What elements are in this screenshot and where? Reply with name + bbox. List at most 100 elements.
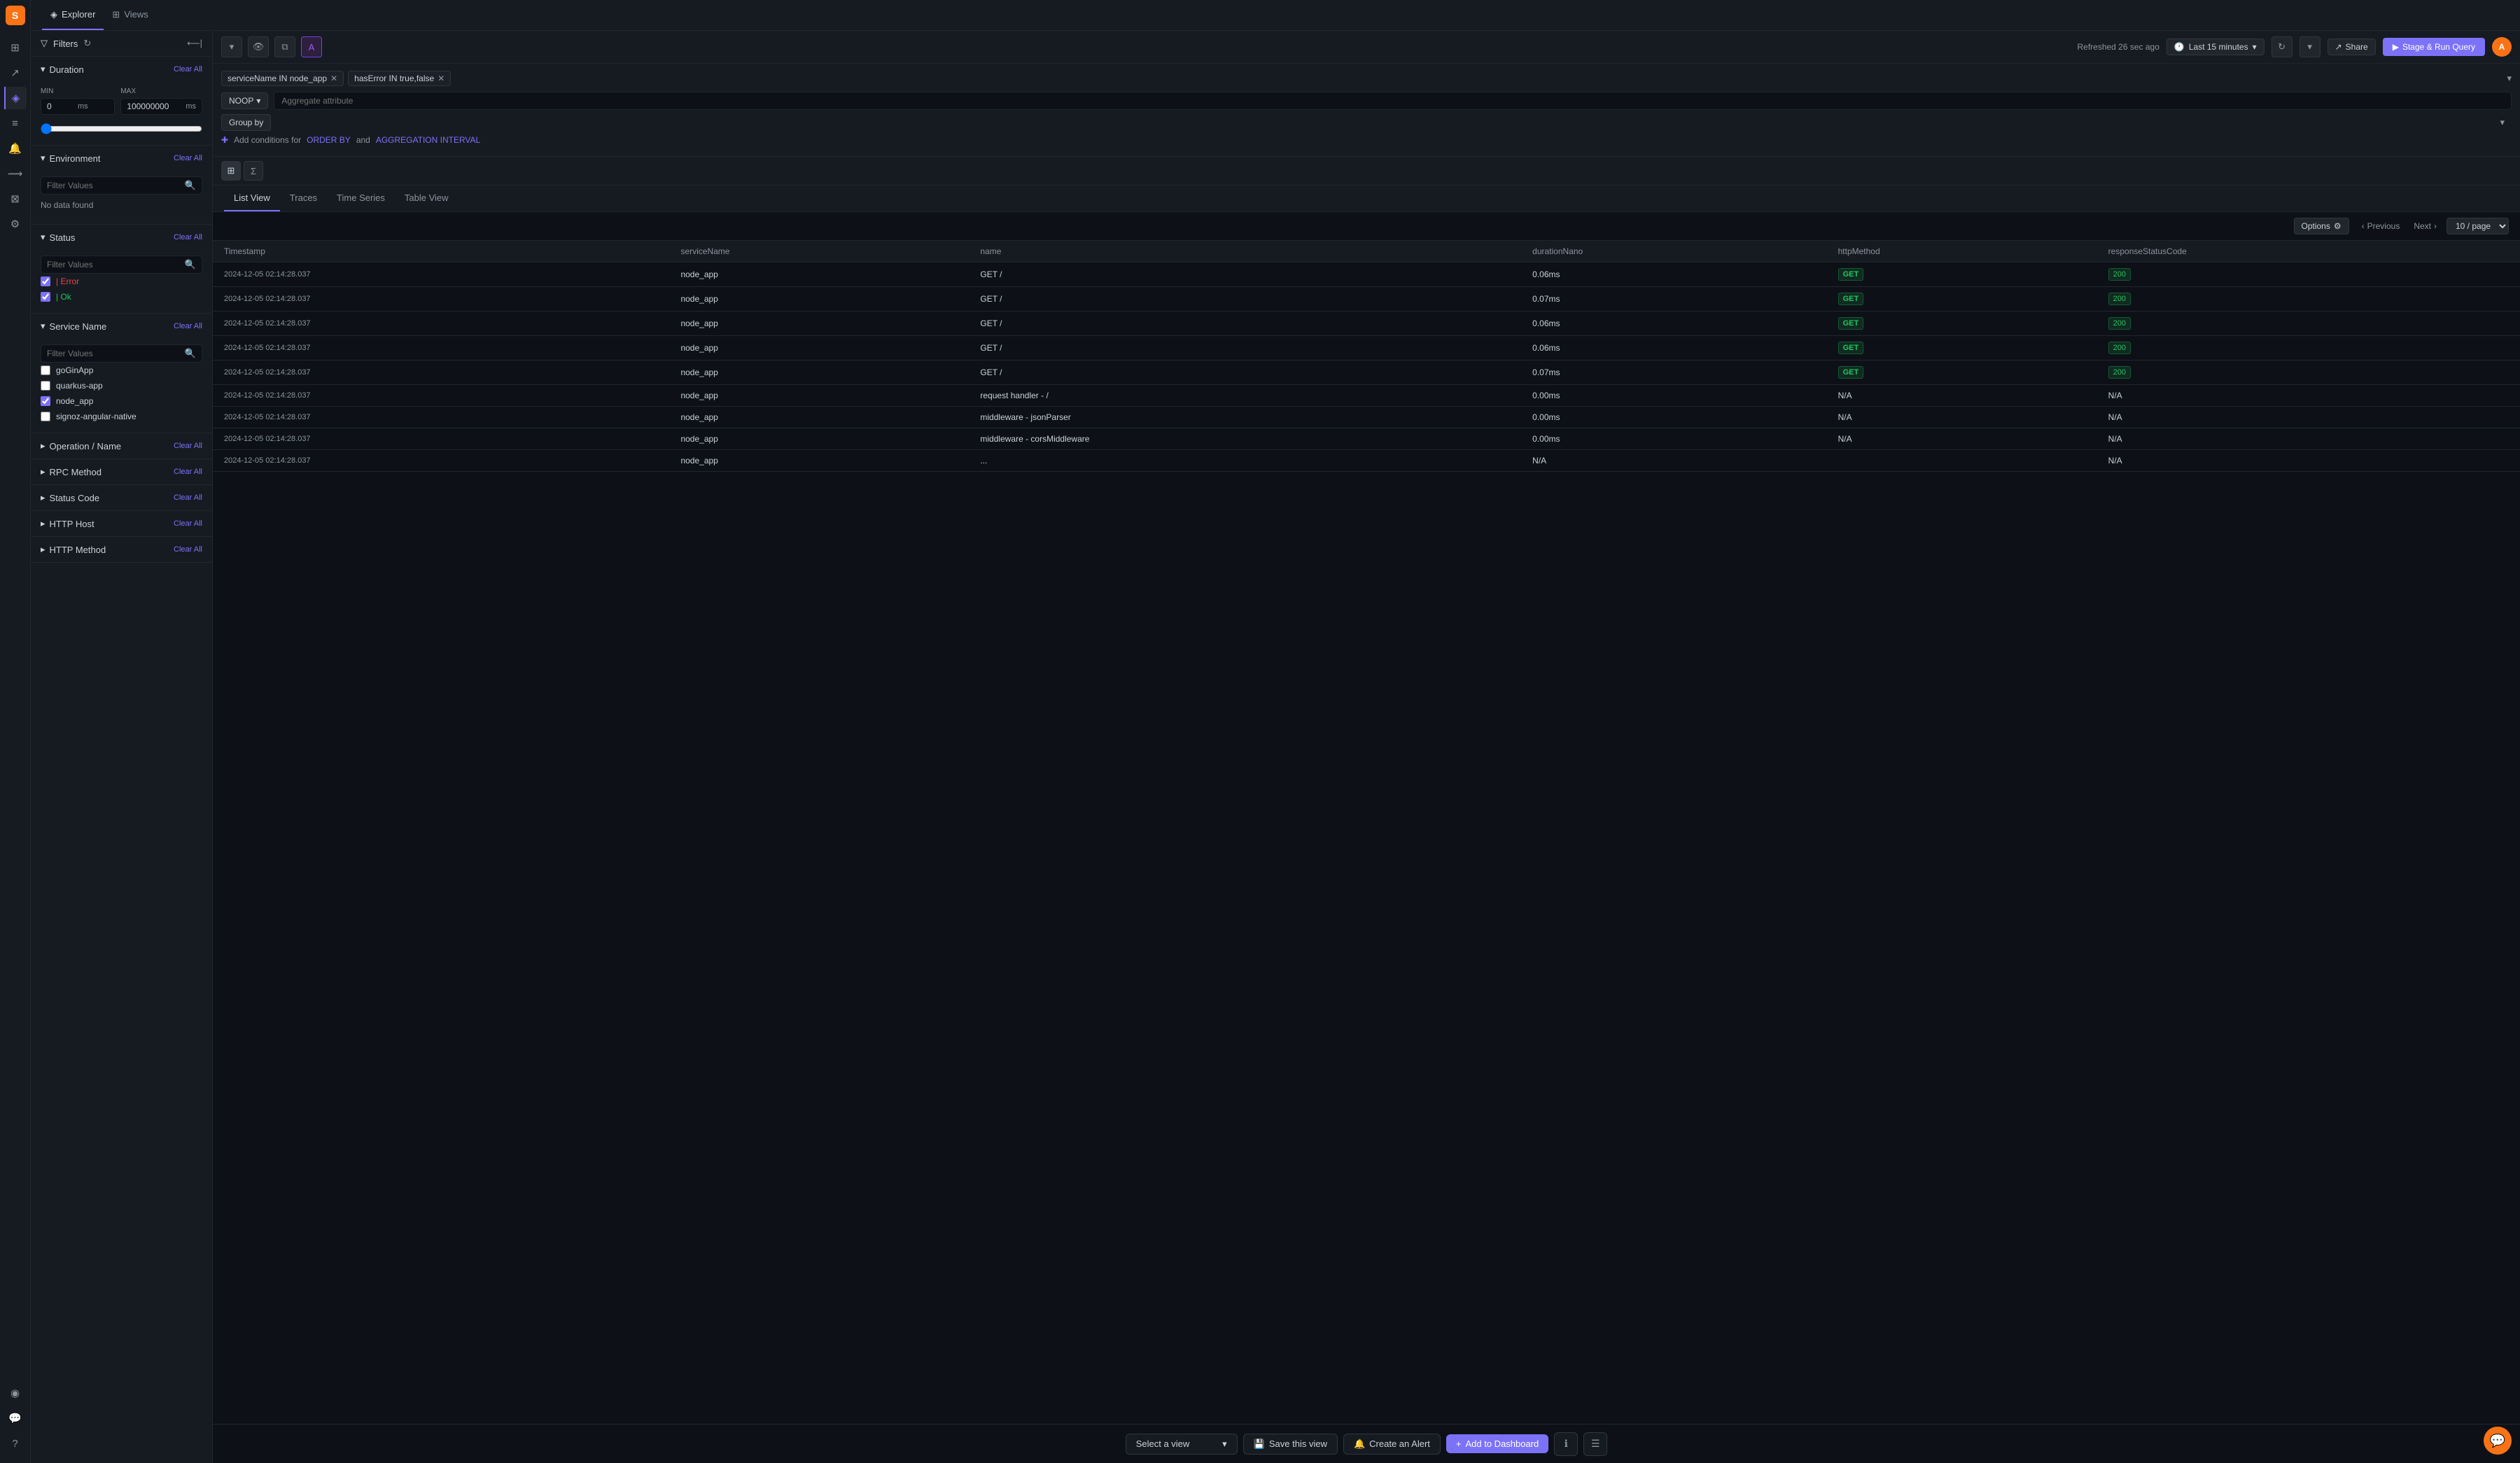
create-alert-icon: 🔔 [1354, 1438, 1365, 1450]
rpc-section-header[interactable]: ▸ RPC Method Clear All [31, 459, 212, 484]
tab-explorer[interactable]: ◈ Explorer [42, 0, 104, 30]
sidebar-icon-dashboard[interactable]: ⊞ [4, 36, 27, 59]
table-row[interactable]: 2024-12-05 02:14:28.037 node_app GET / 0… [213, 336, 2520, 360]
sidebar-icon-chart[interactable]: ↗ [4, 62, 27, 84]
environment-section-header[interactable]: ▾ Environment Clear All [31, 146, 212, 171]
table-row[interactable]: 2024-12-05 02:14:28.037 node_app GET / 0… [213, 287, 2520, 312]
duration-clear-all[interactable]: Clear All [174, 65, 202, 74]
add-dashboard-btn[interactable]: + Add to Dashboard [1446, 1434, 1548, 1453]
service-section-header[interactable]: ▾ Service Name Clear All [31, 314, 212, 339]
table-row[interactable]: 2024-12-05 02:14:28.037 node_app middlew… [213, 407, 2520, 428]
duration-section-header[interactable]: ▾ Duration Clear All [31, 57, 212, 82]
status-error-checkbox[interactable] [41, 276, 50, 286]
tab-traces[interactable]: Traces [280, 186, 327, 211]
save-view-btn[interactable]: 💾 Save this view [1243, 1434, 1338, 1455]
sidebar-icon-settings[interactable]: ⚙ [4, 213, 27, 235]
prev-btn[interactable]: ‹ Previous [2358, 220, 2404, 232]
http-method-section-header[interactable]: ▸ HTTP Method Clear All [31, 537, 212, 562]
min-input[interactable] [47, 102, 75, 111]
info-btn[interactable]: ℹ [1554, 1432, 1578, 1456]
app-logo[interactable]: S [6, 6, 25, 25]
status-error-item: | Error [41, 274, 202, 289]
tab-time-series[interactable]: Time Series [327, 186, 395, 211]
status-code-section-header[interactable]: ▸ Status Code Clear All [31, 485, 212, 510]
service-goginapp-checkbox[interactable] [41, 365, 50, 375]
add-conditions-plus-icon[interactable]: ✚ [221, 135, 228, 145]
service-clear-all[interactable]: Clear All [174, 322, 202, 330]
refresh-dropdown-btn[interactable]: ▾ [2300, 36, 2320, 57]
refresh-icon[interactable]: ↻ [83, 38, 91, 49]
table-scroll[interactable]: Timestamp serviceName name durationNano … [213, 241, 2520, 1424]
table-view-ctrl-btn[interactable]: ⊞ [221, 161, 241, 181]
env-search-input[interactable] [47, 181, 182, 190]
sidebar-icon-pipeline[interactable]: ⟿ [4, 162, 27, 185]
filter-tags-chevron[interactable]: ▾ [2507, 73, 2512, 84]
options-btn[interactable]: Options ⚙ [2294, 218, 2349, 234]
refresh-btn[interactable]: ↻ [2272, 36, 2292, 57]
copy-btn[interactable]: ⧉ [274, 36, 295, 57]
status-clear-all[interactable]: Clear All [174, 233, 202, 241]
dropdown-btn[interactable]: ▾ [221, 36, 242, 57]
collapse-sidebar-icon[interactable]: ⟵| [187, 38, 202, 49]
http-host-section-header[interactable]: ▸ HTTP Host Clear All [31, 511, 212, 536]
sidebar-icon-trace[interactable]: ◈ [4, 87, 27, 109]
sidebar-icon-log[interactable]: ≡ [4, 112, 27, 134]
operation-clear-all[interactable]: Clear All [174, 442, 202, 450]
error-tag-remove[interactable]: ✕ [438, 74, 444, 83]
env-clear-all[interactable]: Clear All [174, 154, 202, 162]
http-host-clear-all[interactable]: Clear All [174, 519, 202, 528]
next-btn[interactable]: Next › [2409, 220, 2441, 232]
tab-views[interactable]: ⊞ Views [104, 0, 156, 30]
time-selector[interactable]: 🕐 Last 15 minutes ▾ [2166, 38, 2264, 55]
service-tag-remove[interactable]: ✕ [330, 74, 337, 83]
cell-name: request handler - / [969, 385, 1521, 407]
sidebar-icon-alert[interactable]: 🔔 [4, 137, 27, 160]
create-alert-btn[interactable]: 🔔 Create an Alert [1343, 1434, 1441, 1455]
aggregate-input[interactable] [274, 92, 2512, 110]
table-row[interactable]: 2024-12-05 02:14:28.037 node_app middlew… [213, 428, 2520, 450]
user-avatar[interactable]: A [2492, 37, 2512, 57]
table-row[interactable]: 2024-12-05 02:14:28.037 node_app ... N/A… [213, 450, 2520, 472]
select-view-dropdown[interactable]: Select a view ▾ [1126, 1434, 1238, 1455]
per-page-select[interactable]: 10 / page 20 / page 50 / page [2446, 218, 2509, 234]
rpc-clear-all[interactable]: Clear All [174, 468, 202, 476]
tab-table-view[interactable]: Table View [395, 186, 458, 211]
operation-section-header[interactable]: ▸ Operation / Name Clear All [31, 433, 212, 458]
noop-select[interactable]: NOOP ▾ [221, 92, 268, 109]
status-section-header[interactable]: ▾ Status Clear All [31, 225, 212, 250]
duration-slider[interactable] [41, 123, 202, 134]
eye-btn[interactable]: 👁 [248, 36, 269, 57]
table-row[interactable]: 2024-12-05 02:14:28.037 node_app GET / 0… [213, 312, 2520, 336]
service-nodeapp-checkbox[interactable] [41, 396, 50, 406]
service-quarkus-checkbox[interactable] [41, 381, 50, 391]
status-body: 🔍 | Error | Ok [31, 250, 212, 313]
max-input[interactable] [127, 102, 183, 111]
sidebar-icon-chat[interactable]: 💬 [4, 1407, 27, 1429]
service-signoz-checkbox[interactable] [41, 412, 50, 421]
group-by-expander[interactable]: ▾ [2500, 117, 2505, 128]
table-row[interactable]: 2024-12-05 02:14:28.037 node_app GET / 0… [213, 262, 2520, 287]
table-row[interactable]: 2024-12-05 02:14:28.037 node_app request… [213, 385, 2520, 407]
list-btn[interactable]: ☰ [1583, 1432, 1607, 1456]
chat-bubble-btn[interactable]: 💬 [2484, 1427, 2512, 1455]
status-search-input[interactable] [47, 260, 182, 270]
group-by-label[interactable]: Group by [221, 114, 271, 131]
aggregation-interval-link[interactable]: AGGREGATION INTERVAL [376, 135, 480, 145]
order-by-link[interactable]: ORDER BY [307, 135, 351, 145]
service-search-input[interactable] [47, 349, 182, 358]
sidebar-icon-community[interactable]: ◉ [4, 1382, 27, 1404]
status-code-clear-all[interactable]: Clear All [174, 493, 202, 502]
sidebar-icon-help[interactable]: ? [4, 1432, 27, 1455]
http-method-clear-all[interactable]: Clear All [174, 545, 202, 554]
sidebar-icon-query[interactable]: ⊠ [4, 188, 27, 210]
cell-duration: 0.07ms [1521, 360, 1826, 385]
tab-list-view[interactable]: List View [224, 186, 280, 211]
share-btn[interactable]: ↗ Share [2328, 38, 2376, 55]
status-ok-checkbox[interactable] [41, 292, 50, 302]
cell-duration: 0.07ms [1521, 287, 1826, 312]
table-row[interactable]: 2024-12-05 02:14:28.037 node_app GET / 0… [213, 360, 2520, 385]
stage-run-btn[interactable]: ▶ Stage & Run Query [2383, 38, 2485, 56]
alert-btn[interactable]: A [301, 36, 322, 57]
sigma-view-ctrl-btn[interactable]: Σ [244, 161, 263, 181]
duration-title: Duration [50, 64, 84, 75]
